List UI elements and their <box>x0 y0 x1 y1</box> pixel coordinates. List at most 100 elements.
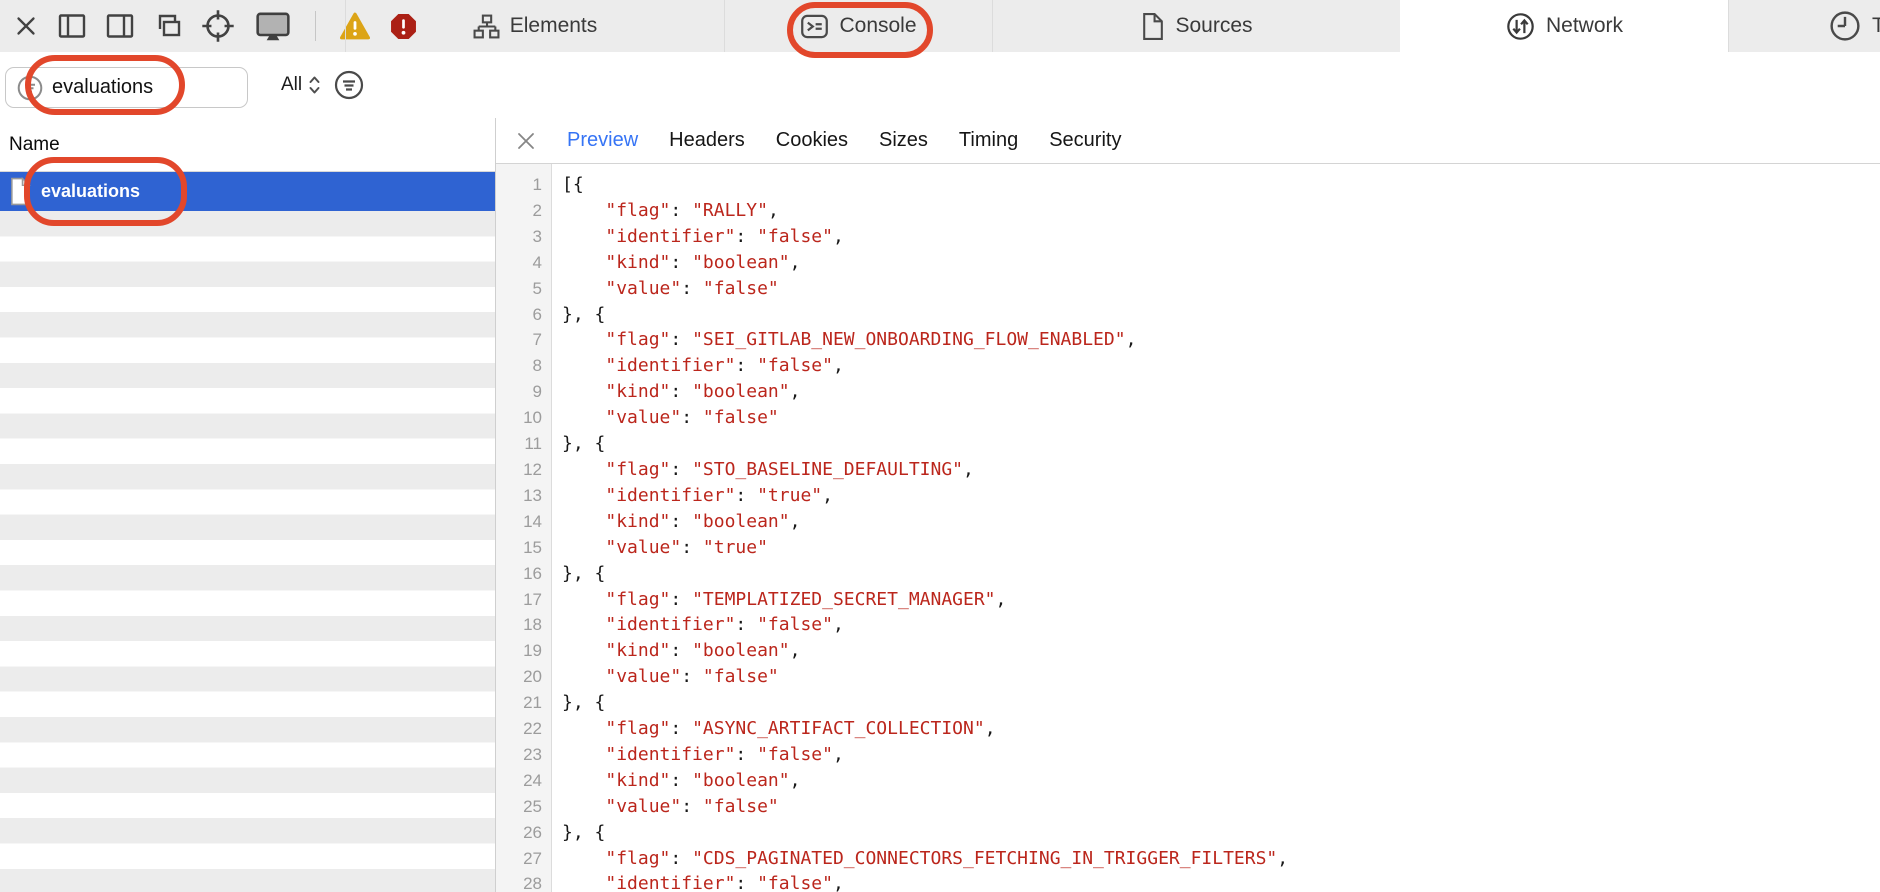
line-number: 18 <box>496 612 542 638</box>
line-number: 20 <box>496 664 542 690</box>
tab-network[interactable]: Network <box>1400 0 1728 52</box>
clock-icon <box>1828 9 1862 43</box>
code-line: "identifier": "false", <box>562 871 1880 892</box>
line-number: 12 <box>496 457 542 483</box>
line-number: 26 <box>496 820 542 846</box>
code-line: "flag": "ASYNC_ARTIFACT_COLLECTION", <box>562 716 1880 742</box>
scope-chevrons-icon <box>307 73 322 97</box>
resource-type-scope[interactable]: All <box>281 52 322 118</box>
tab-network-label: Network <box>1546 14 1623 38</box>
detail-tab-headers[interactable]: Headers <box>669 129 745 152</box>
code-line: "kind": "boolean", <box>562 638 1880 664</box>
code-line: }, { <box>562 302 1880 328</box>
filter-search-input[interactable] <box>52 76 222 99</box>
line-number: 10 <box>496 405 542 431</box>
web-inspector-window: Elements Console Sources Network Timelin <box>0 0 1880 892</box>
line-number: 19 <box>496 638 542 664</box>
preview-body: 1234567891011121314151617181920212223242… <box>496 164 1880 892</box>
resource-filter-field[interactable] <box>5 67 248 108</box>
code-line: "flag": "TEMPLATIZED_SECRET_MANAGER", <box>562 587 1880 613</box>
code-line: }, { <box>562 820 1880 846</box>
line-number: 6 <box>496 302 542 328</box>
line-number: 25 <box>496 794 542 820</box>
tab-console[interactable]: Console <box>724 0 992 52</box>
filter-options-button[interactable] <box>334 70 364 100</box>
toolbar-divider <box>315 11 316 41</box>
code-line: "value": "true" <box>562 535 1880 561</box>
console-icon <box>800 12 829 41</box>
filter-options-icon <box>334 70 364 100</box>
resource-detail-panel: Preview Headers Cookies Sizes Timing Sec… <box>496 118 1880 892</box>
line-number: 1 <box>496 172 542 198</box>
code-line: "identifier": "true", <box>562 483 1880 509</box>
code-line: "kind": "boolean", <box>562 768 1880 794</box>
code-line: "identifier": "false", <box>562 353 1880 379</box>
detail-tab-timing[interactable]: Timing <box>959 129 1018 152</box>
detail-tab-preview[interactable]: Preview <box>567 129 638 152</box>
close-detail-icon[interactable] <box>516 131 536 151</box>
code-line: "value": "false" <box>562 794 1880 820</box>
name-column-header[interactable]: Name <box>0 118 495 172</box>
line-number: 22 <box>496 716 542 742</box>
code-line: }, { <box>562 431 1880 457</box>
code-line: "identifier": "false", <box>562 612 1880 638</box>
line-number: 3 <box>496 224 542 250</box>
line-number: 28 <box>496 871 542 892</box>
detail-tab-sizes[interactable]: Sizes <box>879 129 928 152</box>
dock-to-side-left-icon[interactable] <box>58 13 86 39</box>
line-number: 2 <box>496 198 542 224</box>
line-number: 9 <box>496 379 542 405</box>
code-line: }, { <box>562 690 1880 716</box>
line-number: 14 <box>496 509 542 535</box>
line-number: 27 <box>496 846 542 872</box>
code-line: "flag": "RALLY", <box>562 198 1880 224</box>
element-selection-icon[interactable] <box>201 9 235 43</box>
tab-elements[interactable]: Elements <box>345 0 724 52</box>
network-filter-bar: All <box>0 52 1880 118</box>
code-line: [{ <box>562 172 1880 198</box>
code-line: "flag": "CDS_PAGINATED_CONNECTORS_FETCHI… <box>562 846 1880 872</box>
line-number: 11 <box>496 431 542 457</box>
tab-sources-label: Sources <box>1175 14 1252 38</box>
code-line: "value": "false" <box>562 405 1880 431</box>
request-row-evaluations[interactable]: evaluations <box>0 172 495 211</box>
code-line: "value": "false" <box>562 276 1880 302</box>
code-line: "flag": "SEI_GITLAB_NEW_ONBOARDING_FLOW_… <box>562 327 1880 353</box>
tab-elements-label: Elements <box>510 14 598 38</box>
close-icon[interactable] <box>14 14 38 38</box>
preview-code[interactable]: [{ "flag": "RALLY", "identifier": "false… <box>552 164 1880 892</box>
line-number: 5 <box>496 276 542 302</box>
line-number: 4 <box>496 250 542 276</box>
elements-icon <box>473 13 500 40</box>
device-icon[interactable] <box>255 9 291 43</box>
document-icon <box>9 177 32 206</box>
code-line: "flag": "STO_BASELINE_DEFAULTING", <box>562 457 1880 483</box>
detail-tab-cookies[interactable]: Cookies <box>776 129 848 152</box>
code-line: "kind": "boolean", <box>562 250 1880 276</box>
code-line: "kind": "boolean", <box>562 379 1880 405</box>
line-number: 17 <box>496 587 542 613</box>
line-number: 7 <box>496 327 542 353</box>
field-scope-icon <box>17 75 43 101</box>
tab-timelines[interactable]: Timelines <box>1728 0 1880 52</box>
code-line: }, { <box>562 561 1880 587</box>
inspector-tab-bar: Elements Console Sources Network Timelin <box>0 0 1880 52</box>
detail-tab-bar: Preview Headers Cookies Sizes Timing Sec… <box>496 118 1880 164</box>
scope-label: All <box>281 74 302 96</box>
line-number-gutter: 1234567891011121314151617181920212223242… <box>496 164 552 892</box>
sources-icon <box>1140 12 1165 41</box>
tab-console-label: Console <box>839 14 916 38</box>
tab-sources[interactable]: Sources <box>992 0 1400 52</box>
detail-tab-security[interactable]: Security <box>1049 129 1121 152</box>
request-list-panel: Name evaluations <box>0 118 495 892</box>
line-number: 23 <box>496 742 542 768</box>
code-line: "value": "false" <box>562 664 1880 690</box>
request-list-filler-rows <box>0 211 495 892</box>
undock-icon[interactable] <box>154 13 181 39</box>
tab-timelines-label: Timelines <box>1872 14 1880 38</box>
line-number: 13 <box>496 483 542 509</box>
line-number: 8 <box>496 353 542 379</box>
code-line: "identifier": "false", <box>562 742 1880 768</box>
dock-to-side-right-icon[interactable] <box>106 13 134 39</box>
network-icon <box>1505 11 1536 42</box>
